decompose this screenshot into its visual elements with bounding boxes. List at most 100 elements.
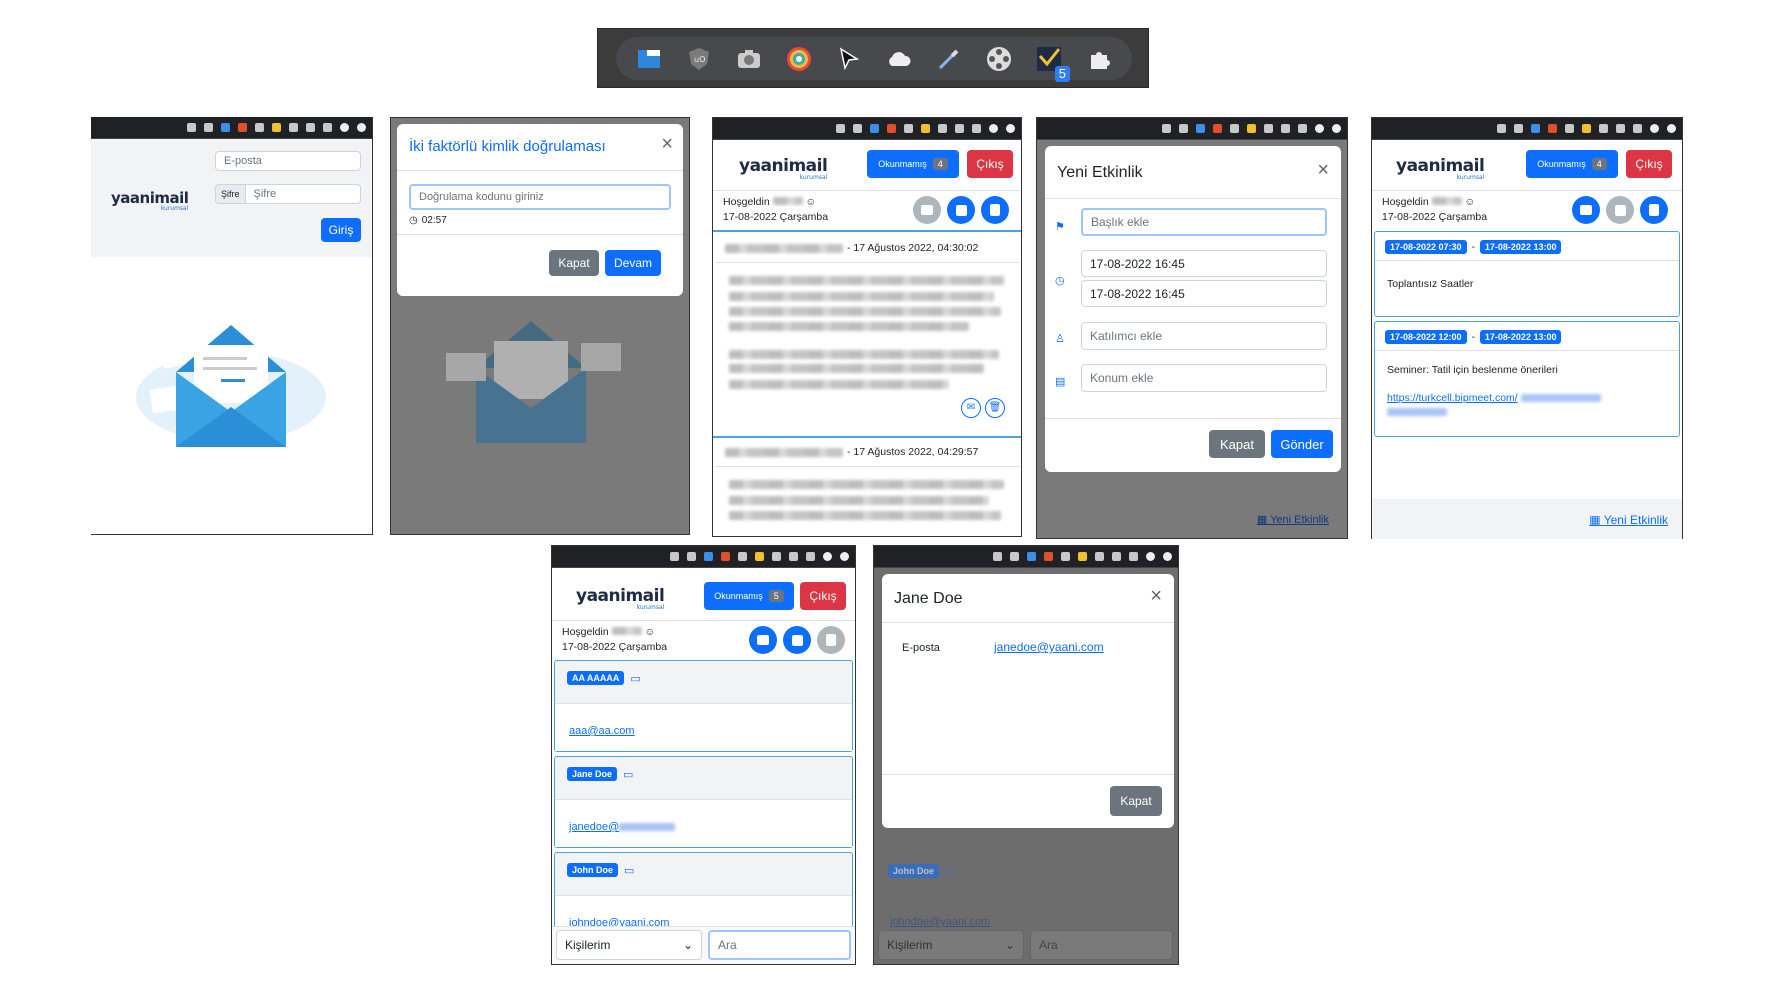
- calendar-plus-icon: ▦: [1589, 513, 1601, 527]
- password-label: Şifre: [215, 184, 246, 204]
- new-event-footer-link[interactable]: ▦ Yeni Etkinlik: [1257, 513, 1329, 526]
- location-input[interactable]: Konum ekle: [1081, 364, 1327, 392]
- ublock-icon[interactable]: uO: [686, 46, 712, 72]
- email-field[interactable]: E-posta: [215, 151, 361, 171]
- password-group: Şifre Şifre: [215, 184, 361, 204]
- event-card[interactable]: 17-08-2022 07:30-17-08-2022 13:00 Toplan…: [1374, 231, 1680, 317]
- mail-date: - 17 Ağustos 2022, 04:29:57: [847, 446, 979, 458]
- logout-button[interactable]: Çıkış: [967, 150, 1013, 178]
- cursor-icon[interactable]: [836, 46, 862, 72]
- modal-title: Yeni Etkinlik: [1057, 164, 1143, 181]
- twofa-panel: İki faktörlü kimlik doğrulaması × Doğrul…: [390, 117, 690, 535]
- unread-button[interactable]: Okunmamış 4: [1526, 150, 1618, 178]
- clock-icon: ◷: [409, 215, 418, 226]
- envelope-illustration: [136, 325, 326, 447]
- date-line: 17-08-2022 Çarşamba: [1382, 211, 1488, 223]
- calendar-tab-button[interactable]: [947, 196, 975, 224]
- close-icon[interactable]: ×: [661, 134, 673, 154]
- contacts-tab-button[interactable]: [817, 626, 845, 654]
- contact-card-icon[interactable]: ▭: [630, 672, 640, 685]
- calendar-plus-icon: ▦: [1256, 514, 1268, 526]
- modal-title: Jane Doe: [894, 590, 963, 607]
- mail-tab-button[interactable]: [913, 196, 941, 224]
- puzzle-icon[interactable]: [1086, 46, 1112, 72]
- calendar-tab-button[interactable]: [783, 626, 811, 654]
- cloud-icon[interactable]: [886, 46, 912, 72]
- unread-button[interactable]: Okunmamış 5: [704, 582, 794, 610]
- new-event-footer-link[interactable]: ▦ Yeni Etkinlik: [1589, 513, 1668, 527]
- clock-icon: ◷: [1055, 275, 1065, 287]
- calendar-panel: yaanimail kurumsal Okunmamış 4 Çıkış Hoşge…: [1371, 117, 1683, 539]
- browser-toolbar: [552, 546, 855, 568]
- mail-tab-button[interactable]: [1572, 196, 1600, 224]
- extensions-toolbar: uO 5: [597, 28, 1149, 88]
- contact-name-badge: Jane Doe: [567, 767, 618, 781]
- close-button[interactable]: Kapat: [1110, 786, 1162, 816]
- calendar-tab-button[interactable]: [1606, 196, 1634, 224]
- greeting: Hoşgeldin ☺: [723, 196, 817, 208]
- close-icon[interactable]: ×: [1317, 160, 1329, 180]
- film-reel-icon[interactable]: [986, 46, 1012, 72]
- contact-email-link[interactable]: janedoe@: [569, 821, 619, 833]
- close-button[interactable]: Kapat: [1209, 430, 1265, 458]
- login-panel: yaanimail kurumsal E-posta Şifre Şifre Gi…: [91, 117, 373, 535]
- brand-logo: yaanimail kurumsal: [739, 156, 828, 181]
- notification-badge: 5: [1054, 65, 1070, 82]
- browser-toolbar: [1372, 118, 1682, 140]
- eyedropper-icon[interactable]: [936, 46, 962, 72]
- mail-item[interactable]: - 17 Ağustos 2022, 04:29:57: [715, 438, 1019, 536]
- countdown-timer: ◷ 02:57: [409, 215, 447, 226]
- close-button[interactable]: Kapat: [549, 250, 599, 276]
- mark-read-icon[interactable]: ✉: [961, 398, 981, 418]
- mail-tab-button[interactable]: [749, 626, 777, 654]
- contact-card[interactable]: Jane Doe ▭ janedoe@: [554, 756, 853, 848]
- contact-card[interactable]: AA AAAAA ▭ aaa@aa.com: [554, 660, 853, 752]
- contacts-filter-select: Kişilerim ⌄: [878, 930, 1024, 960]
- logout-button[interactable]: Çıkış: [800, 582, 846, 610]
- contact-name-badge: John Doe: [888, 864, 940, 878]
- camera-icon[interactable]: [736, 46, 762, 72]
- verification-code-input[interactable]: Doğrulama kodunu giriniz: [409, 184, 671, 210]
- chevron-down-icon: ⌄: [1004, 938, 1015, 952]
- logout-button[interactable]: Çıkış: [1626, 150, 1672, 178]
- yaani-check-icon[interactable]: 5: [1036, 46, 1070, 82]
- end-datetime-input[interactable]: 17-08-2022 16:45: [1081, 280, 1327, 307]
- brand-logo: yaanimail kurumsal: [576, 586, 665, 611]
- mail-item[interactable]: - 17 Ağustos 2022, 04:30:02 ✉ 🗑: [715, 234, 1019, 434]
- mail-date: - 17 Ağustos 2022, 04:30:02: [847, 242, 979, 254]
- window-icon[interactable]: [636, 46, 662, 72]
- contact-email-link[interactable]: janedoe@yaani.com: [994, 640, 1104, 654]
- event-end-badge: 17-08-2022 13:00: [1479, 240, 1562, 254]
- delete-icon[interactable]: 🗑: [985, 398, 1005, 418]
- event-title: Seminer: Tatil için beslenme önerileri: [1387, 364, 1558, 376]
- event-card[interactable]: 17-08-2022 12:00-17-08-2022 13:00 Semine…: [1374, 321, 1680, 437]
- color-picker-icon[interactable]: [786, 46, 812, 72]
- event-link[interactable]: https://turkcell.bipmeet.com/: [1387, 392, 1518, 404]
- modal-title: İki faktörlü kimlik doğrulaması: [409, 138, 606, 155]
- chevron-down-icon: ⌄: [682, 938, 693, 952]
- search-input[interactable]: Ara: [708, 930, 851, 960]
- contact-card[interactable]: John Doe ▭ johndoe@yaani.com: [554, 852, 853, 932]
- login-button[interactable]: Giriş: [321, 218, 361, 242]
- start-datetime-input[interactable]: 17-08-2022 16:45: [1081, 250, 1327, 277]
- contact-card-icon[interactable]: ▭: [624, 864, 634, 877]
- contacts-tab-button[interactable]: [981, 196, 1009, 224]
- attendee-input[interactable]: Katılımcı ekle: [1081, 322, 1327, 350]
- date-line: 17-08-2022 Çarşamba: [562, 641, 668, 653]
- contacts-tab-button[interactable]: [1640, 196, 1668, 224]
- contact-name-badge: AA AAAAA: [567, 671, 625, 685]
- brand-logo: yaanimail kurumsal: [1396, 156, 1485, 181]
- contact-card-icon[interactable]: ▭: [623, 768, 633, 781]
- event-title-input[interactable]: Başlık ekle: [1081, 208, 1327, 236]
- contact-name-badge: John Doe: [567, 863, 619, 877]
- send-button[interactable]: Gönder: [1271, 430, 1333, 458]
- search-input: Ara: [1030, 930, 1173, 960]
- unread-button[interactable]: Okunmamış 4: [867, 150, 959, 178]
- contacts-filter-select[interactable]: Kişilerim ⌄: [556, 930, 702, 960]
- email-label: E-posta: [902, 642, 940, 654]
- contact-email-link[interactable]: aaa@aa.com: [569, 725, 635, 737]
- continue-button[interactable]: Devam: [605, 250, 661, 276]
- browser-toolbar: [874, 546, 1178, 568]
- close-icon[interactable]: ×: [1150, 586, 1162, 606]
- password-field[interactable]: Şifre: [245, 184, 361, 204]
